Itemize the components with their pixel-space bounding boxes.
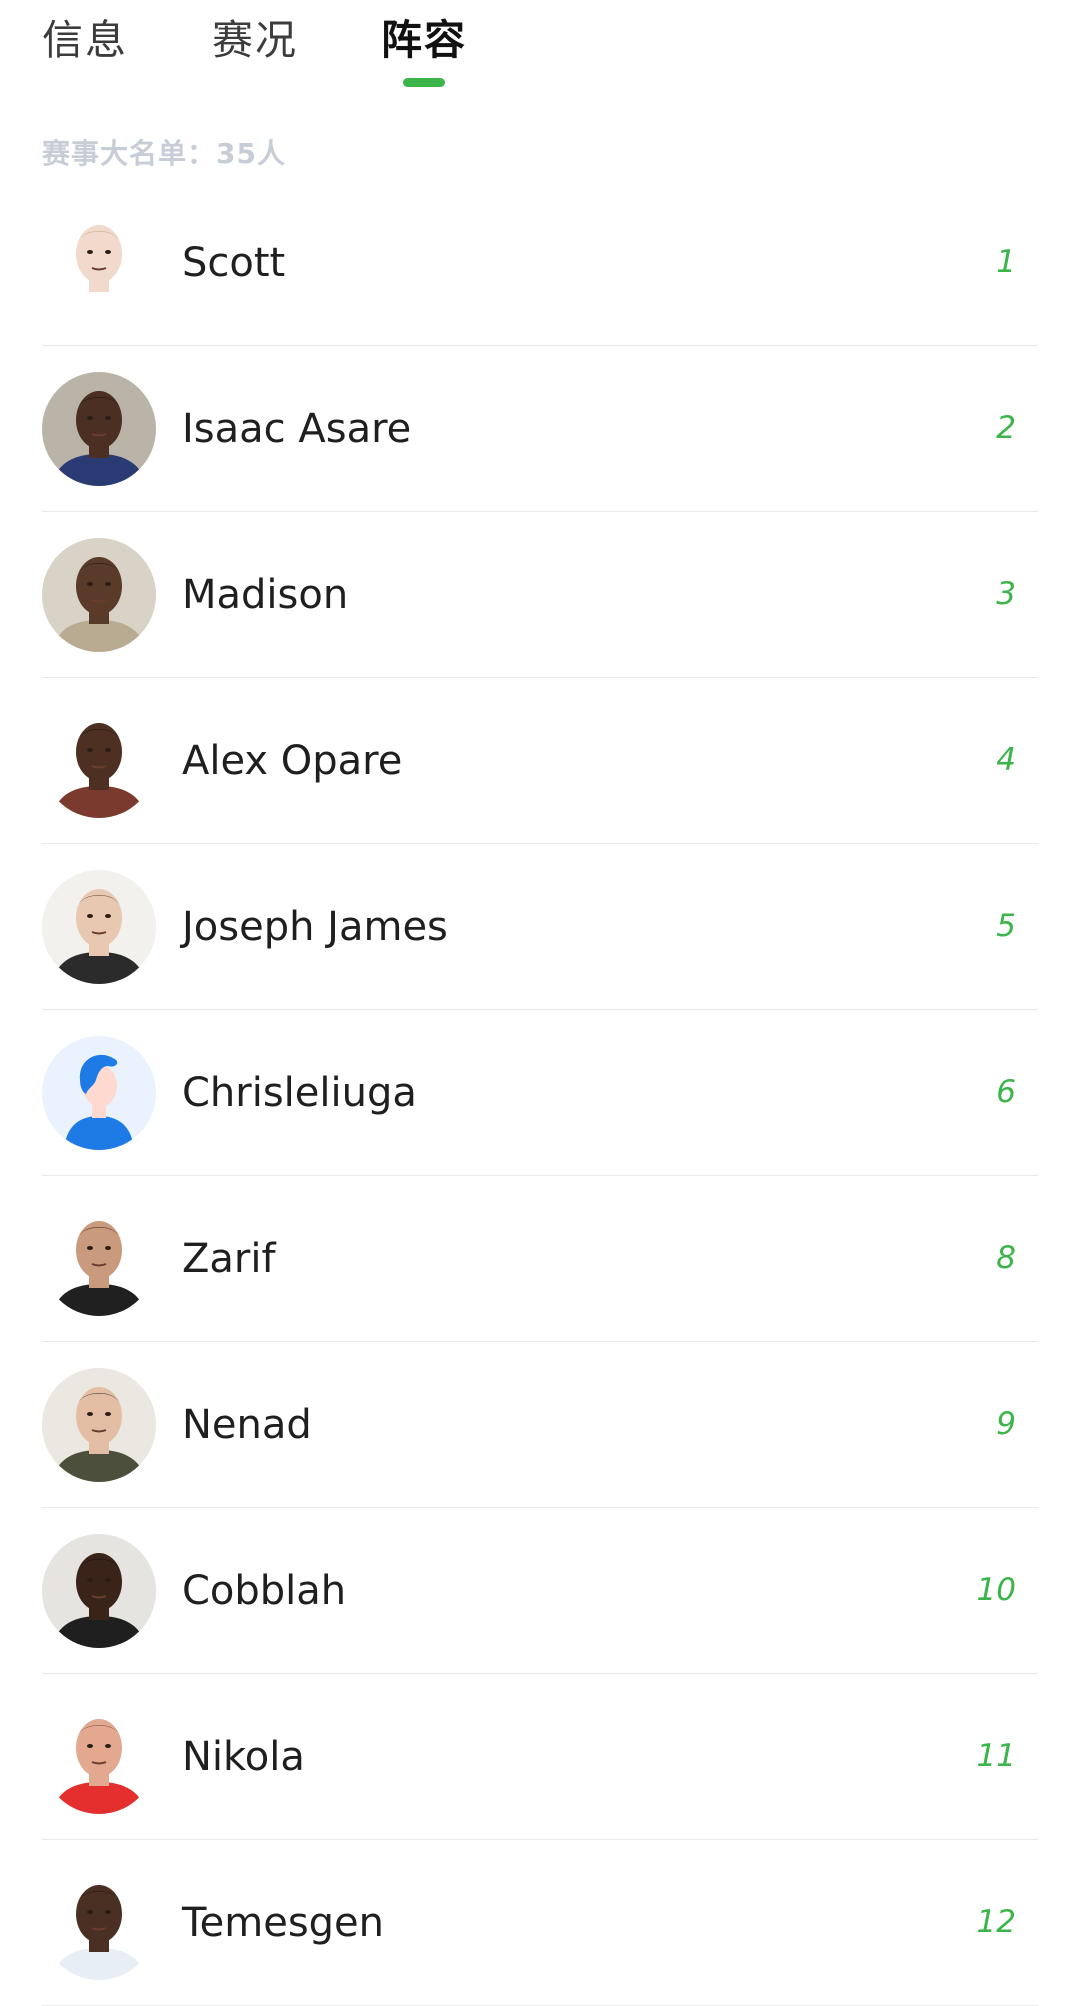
avatar-image xyxy=(42,1534,156,1648)
player-avatar xyxy=(42,1202,156,1316)
player-name: Joseph James xyxy=(182,904,448,950)
player-list: Scott 1 Isaac Asare 2 Madison 3 Alex Opare 4 Jos… xyxy=(42,180,1038,2006)
avatar-image xyxy=(42,870,156,984)
tab-match-status[interactable]: 赛况 xyxy=(212,6,298,66)
player-avatar xyxy=(42,1866,156,1980)
player-name: Temesgen xyxy=(182,1900,385,1946)
player-name: Cobblah xyxy=(182,1568,347,1614)
player-row[interactable]: Nenad 9 xyxy=(42,1342,1038,1508)
player-name: Nikola xyxy=(182,1734,305,1780)
avatar-image xyxy=(42,1368,156,1482)
player-avatar xyxy=(42,1368,156,1482)
avatar-image xyxy=(42,1036,156,1150)
tab-bar: 信息 赛况 阵容 xyxy=(0,0,1079,100)
player-avatar xyxy=(42,372,156,486)
player-row[interactable]: Temesgen 12 xyxy=(42,1840,1038,2006)
player-name: Madison xyxy=(182,572,349,618)
roster-count-label: 赛事大名单：35人 xyxy=(42,137,286,170)
tab-lineup[interactable]: 阵容 xyxy=(381,6,467,66)
player-row[interactable]: Nikola 11 xyxy=(42,1674,1038,1840)
avatar-image xyxy=(42,1202,156,1316)
player-row[interactable]: Scott 1 xyxy=(42,180,1038,346)
player-avatar xyxy=(42,1534,156,1648)
player-name: Chrisleliuga xyxy=(182,1070,417,1116)
player-jersey-number: 9 xyxy=(996,1406,1016,1442)
player-row[interactable]: Isaac Asare 2 xyxy=(42,346,1038,512)
player-name: Zarif xyxy=(182,1236,276,1282)
active-tab-indicator xyxy=(403,78,445,87)
tab-info[interactable]: 信息 xyxy=(42,6,128,66)
player-jersey-number: 12 xyxy=(976,1904,1016,1940)
avatar-image xyxy=(42,206,156,320)
avatar-image xyxy=(42,1700,156,1814)
player-jersey-number: 6 xyxy=(996,1074,1016,1110)
player-row[interactable]: Zarif 8 xyxy=(42,1176,1038,1342)
player-avatar xyxy=(42,1700,156,1814)
player-avatar xyxy=(42,206,156,320)
player-row[interactable]: Alex Opare 4 xyxy=(42,678,1038,844)
player-jersey-number: 5 xyxy=(996,908,1016,944)
player-name: Scott xyxy=(182,240,286,286)
player-row[interactable]: Joseph James 5 xyxy=(42,844,1038,1010)
player-name: Nenad xyxy=(182,1402,312,1448)
avatar-image xyxy=(42,538,156,652)
player-avatar xyxy=(42,1036,156,1150)
player-jersey-number: 8 xyxy=(996,1240,1016,1276)
player-avatar xyxy=(42,704,156,818)
player-avatar xyxy=(42,870,156,984)
player-jersey-number: 2 xyxy=(996,410,1016,446)
avatar-image xyxy=(42,1866,156,1980)
player-row[interactable]: Chrisleliuga 6 xyxy=(42,1010,1038,1176)
player-row[interactable]: Cobblah 10 xyxy=(42,1508,1038,1674)
player-jersey-number: 4 xyxy=(996,742,1016,778)
player-name: Alex Opare xyxy=(182,738,403,784)
player-jersey-number: 11 xyxy=(976,1738,1016,1774)
player-jersey-number: 3 xyxy=(996,576,1016,612)
avatar-image xyxy=(42,372,156,486)
player-jersey-number: 10 xyxy=(976,1572,1016,1608)
avatar-image xyxy=(42,704,156,818)
player-row[interactable]: Madison 3 xyxy=(42,512,1038,678)
player-jersey-number: 1 xyxy=(996,244,1016,280)
player-name: Isaac Asare xyxy=(182,406,412,452)
player-avatar xyxy=(42,538,156,652)
